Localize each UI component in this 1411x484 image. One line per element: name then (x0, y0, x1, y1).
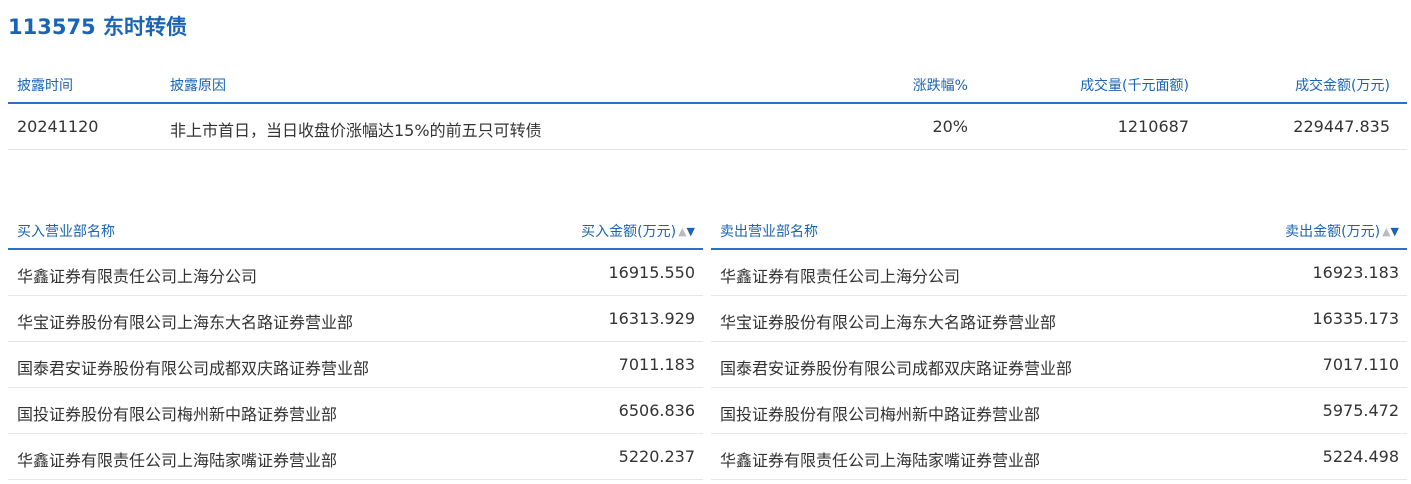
buy-amount: 5220.237 (618, 447, 695, 466)
sell-amount: 5975.472 (1322, 401, 1399, 420)
sell-table-header: 卖出营业部名称 卖出金额(万元) ▲ ▼ (711, 212, 1407, 250)
volume: 1210687 (1117, 117, 1189, 136)
sell-branch-name: 国投证券股份有限公司梅州新中路证券营业部 (720, 405, 1041, 424)
disclosure-table: 披露时间 披露原因 涨跌幅% 成交量(千元面额) 成交金额(万元) 202411… (8, 64, 1407, 150)
sort-desc-icon[interactable]: ▼ (687, 225, 695, 238)
header-volume: 成交量(千元面额) (1080, 78, 1189, 94)
disclosure-table-header: 披露时间 披露原因 涨跌幅% 成交量(千元面额) 成交金额(万元) (8, 64, 1407, 104)
disclosure-reason: 非上市首日，当日收盘价涨幅达15%的前五只可转债 (170, 121, 542, 140)
sort-asc-icon[interactable]: ▲ (1382, 225, 1390, 238)
buy-branch-name: 华鑫证券有限责任公司上海陆家嘴证券营业部 (17, 451, 338, 470)
header-sell-amount[interactable]: 卖出金额(万元) ▲ ▼ (1285, 221, 1399, 241)
disclosure-time: 20241120 (17, 117, 99, 136)
header-change-pct: 涨跌幅% (912, 78, 968, 94)
header-amount: 成交金额(万元) (1295, 78, 1390, 94)
table-row: 华鑫证券有限责任公司上海分公司 16923.183 (711, 250, 1407, 296)
header-disclosure-reason: 披露原因 (170, 78, 226, 94)
table-row: 国泰君安证券股份有限公司成都双庆路证券营业部 7011.183 (8, 342, 703, 388)
buy-branch-name: 华宝证券股份有限公司上海东大名路证券营业部 (17, 313, 354, 332)
header-sell-branch-name: 卖出营业部名称 (720, 224, 818, 240)
buy-amount: 7011.183 (618, 355, 695, 374)
sell-branch-name: 华宝证券股份有限公司上海东大名路证券营业部 (720, 313, 1057, 332)
table-row: 20241120 非上市首日，当日收盘价涨幅达15%的前五只可转债 20% 12… (8, 104, 1407, 150)
buy-table-header: 买入营业部名称 买入金额(万元) ▲ ▼ (8, 212, 703, 250)
sort-toggle[interactable]: ▲ ▼ (678, 225, 695, 238)
sell-branch-name: 华鑫证券有限责任公司上海分公司 (720, 267, 961, 286)
sell-branch-name: 国泰君安证券股份有限公司成都双庆路证券营业部 (720, 359, 1073, 378)
header-sell-amount-label[interactable]: 卖出金额(万元) (1285, 221, 1380, 241)
buy-amount: 16915.550 (608, 263, 695, 282)
table-row: 华鑫证券有限责任公司上海陆家嘴证券营业部 5220.237 (8, 434, 703, 480)
buy-branch-name: 国投证券股份有限公司梅州新中路证券营业部 (17, 405, 338, 424)
sell-amount: 7017.110 (1322, 355, 1399, 374)
table-row: 国投证券股份有限公司梅州新中路证券营业部 6506.836 (8, 388, 703, 434)
header-buy-amount-label[interactable]: 买入金额(万元) (581, 221, 676, 241)
header-disclosure-time: 披露时间 (17, 78, 73, 94)
table-row: 国泰君安证券股份有限公司成都双庆路证券营业部 7017.110 (711, 342, 1407, 388)
sort-toggle[interactable]: ▲ ▼ (1382, 225, 1399, 238)
sell-amount: 5224.498 (1322, 447, 1399, 466)
table-row: 华鑫证券有限责任公司上海陆家嘴证券营业部 5224.498 (711, 434, 1407, 480)
header-buy-amount[interactable]: 买入金额(万元) ▲ ▼ (581, 221, 695, 241)
sort-asc-icon[interactable]: ▲ (678, 225, 686, 238)
buy-table: 买入营业部名称 买入金额(万元) ▲ ▼ 华鑫证券有限责任公司上海分公司 169… (8, 212, 703, 480)
buy-branch-name: 华鑫证券有限责任公司上海分公司 (17, 267, 258, 286)
sell-amount: 16923.183 (1312, 263, 1399, 282)
table-row: 华鑫证券有限责任公司上海分公司 16915.550 (8, 250, 703, 296)
buy-amount: 6506.836 (618, 401, 695, 420)
table-row: 华宝证券股份有限公司上海东大名路证券营业部 16313.929 (8, 296, 703, 342)
page-title: 113575 东时转债 (8, 15, 187, 39)
buy-amount: 16313.929 (608, 309, 695, 328)
table-row: 国投证券股份有限公司梅州新中路证券营业部 5975.472 (711, 388, 1407, 434)
header-buy-branch-name: 买入营业部名称 (17, 224, 115, 240)
change-pct: 20% (932, 117, 968, 136)
amount: 229447.835 (1293, 117, 1390, 136)
sell-amount: 16335.173 (1312, 309, 1399, 328)
table-row: 华宝证券股份有限公司上海东大名路证券营业部 16335.173 (711, 296, 1407, 342)
sell-table: 卖出营业部名称 卖出金额(万元) ▲ ▼ 华鑫证券有限责任公司上海分公司 169… (711, 212, 1407, 480)
sell-branch-name: 华鑫证券有限责任公司上海陆家嘴证券营业部 (720, 451, 1041, 470)
buy-branch-name: 国泰君安证券股份有限公司成都双庆路证券营业部 (17, 359, 370, 378)
sort-desc-icon[interactable]: ▼ (1391, 225, 1399, 238)
